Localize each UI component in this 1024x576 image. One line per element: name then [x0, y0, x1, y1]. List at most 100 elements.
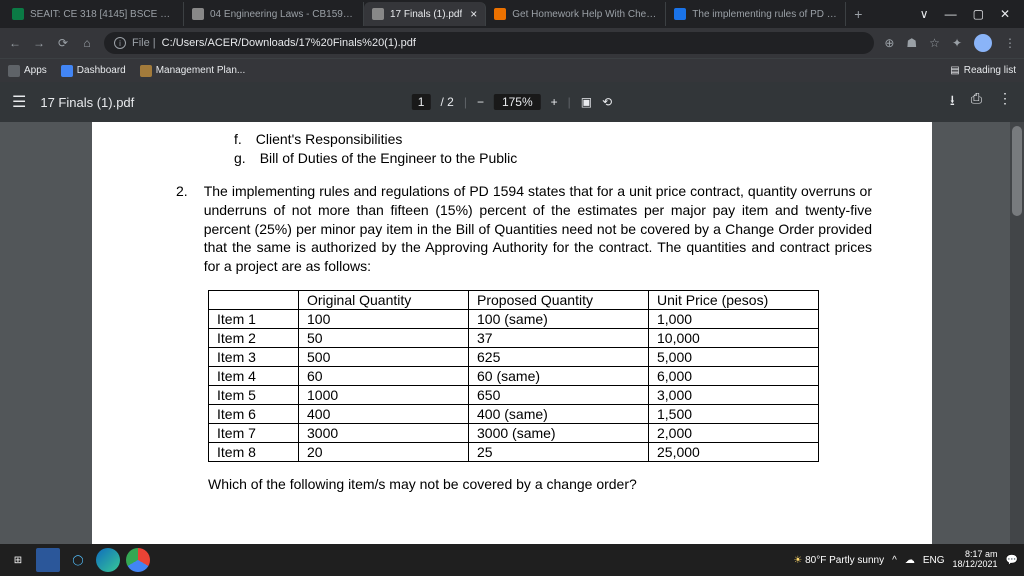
- table-cell: Item 8: [209, 443, 299, 462]
- close-tab-icon[interactable]: ×: [470, 7, 477, 21]
- table-cell: 1,500: [649, 405, 819, 424]
- table-row: Item 510006503,000: [209, 386, 819, 405]
- vertical-scrollbar[interactable]: [1010, 122, 1024, 544]
- table-cell: Item 6: [209, 405, 299, 424]
- table-cell: 25: [469, 443, 649, 462]
- chevron-down-icon[interactable]: ∨: [920, 7, 929, 21]
- pdf-viewer[interactable]: f.Client's Responsibilities g.Bill of Du…: [0, 122, 1024, 544]
- maximize-icon[interactable]: ▢: [973, 7, 984, 21]
- pdf-title: 17 Finals (1).pdf: [40, 95, 134, 110]
- table-cell: 37: [469, 329, 649, 348]
- table-cell: 3000: [299, 424, 469, 443]
- onedrive-icon[interactable]: ☁: [905, 555, 915, 566]
- notifications-icon[interactable]: 💬: [1006, 555, 1018, 566]
- zoom-in-button[interactable]: +: [551, 95, 558, 109]
- table-header: Original Quantity: [299, 291, 469, 310]
- tray-chevron-icon[interactable]: ^: [892, 555, 897, 566]
- tab-label: 04 Engineering Laws - CB1594 (2: [210, 9, 355, 20]
- forward-button[interactable]: →: [32, 36, 46, 50]
- url-input[interactable]: i File | C:/Users/ACER/Downloads/17%20Fi…: [104, 32, 874, 54]
- rotate-button[interactable]: ⟲: [602, 95, 612, 109]
- question-text: The implementing rules and regulations o…: [204, 182, 872, 276]
- taskbar-app-1[interactable]: [36, 548, 60, 572]
- table-cell: Item 7: [209, 424, 299, 443]
- table-cell: 100 (same): [469, 310, 649, 329]
- browser-tabstrip: SEAIT: CE 318 [4145] BSCE 3-A: C 04 Engin…: [0, 0, 1024, 28]
- browser-tab[interactable]: 04 Engineering Laws - CB1594 (2: [184, 2, 364, 26]
- page-total: / 2: [440, 95, 453, 109]
- address-bar: ← → ⟳ ⌂ i File | C:/Users/ACER/Downloads…: [0, 28, 1024, 58]
- print-button[interactable]: ⎙: [971, 90, 982, 114]
- table-cell: 60: [299, 367, 469, 386]
- back-button[interactable]: ←: [8, 36, 22, 50]
- browser-tab[interactable]: The implementing rules of PD 15: [666, 2, 846, 26]
- close-icon[interactable]: ✕: [1000, 7, 1010, 21]
- zoom-level-input[interactable]: 175%: [494, 94, 541, 110]
- pdf-toolbar: ☰ 17 Finals (1).pdf 1 / 2 | − 175% + | ▣…: [0, 82, 1024, 122]
- scrollbar-thumb[interactable]: [1012, 126, 1022, 216]
- home-button[interactable]: ⌂: [80, 36, 94, 50]
- browser-tab[interactable]: SEAIT: CE 318 [4145] BSCE 3-A: C: [4, 2, 184, 26]
- browser-tab[interactable]: 17 Finals (1).pdf ×: [364, 2, 486, 26]
- table-cell: Item 4: [209, 367, 299, 386]
- language-indicator[interactable]: ENG: [923, 555, 945, 566]
- bookmark-star-icon[interactable]: ☆: [929, 36, 940, 50]
- site-info-icon[interactable]: i: [114, 37, 126, 49]
- bookmark-dashboard[interactable]: Dashboard: [61, 65, 126, 77]
- bookmark-management[interactable]: Management Plan...: [140, 65, 246, 77]
- table-cell: 60 (same): [469, 367, 649, 386]
- tab-label: SEAIT: CE 318 [4145] BSCE 3-A: C: [30, 9, 175, 20]
- minimize-icon[interactable]: ―: [945, 7, 957, 21]
- chrome-icon[interactable]: [126, 548, 150, 572]
- table-cell: 3000 (same): [469, 424, 649, 443]
- weather-widget[interactable]: ☀ 80°F Partly sunny: [793, 555, 884, 566]
- pdf-page: f.Client's Responsibilities g.Bill of Du…: [92, 122, 932, 544]
- reload-button[interactable]: ⟳: [56, 36, 70, 50]
- zoom-out-button[interactable]: −: [477, 95, 484, 109]
- page-current-input[interactable]: 1: [412, 94, 431, 110]
- table-cell: 6,000: [649, 367, 819, 386]
- browser-tab[interactable]: Get Homework Help With Chegg: [486, 2, 666, 26]
- table-row: Item 6400400 (same)1,500: [209, 405, 819, 424]
- download-button[interactable]: ⭳: [950, 90, 955, 114]
- pdf-menu-button[interactable]: ☰: [12, 92, 26, 112]
- favicon: [12, 8, 24, 20]
- question-number: 2.: [176, 182, 188, 276]
- share-icon[interactable]: ☗: [906, 36, 917, 50]
- fit-page-button[interactable]: ▣: [581, 95, 592, 109]
- list-letter: f.: [234, 130, 242, 149]
- start-button[interactable]: ⊞: [6, 548, 30, 572]
- table-cell: 1,000: [649, 310, 819, 329]
- table-cell: 625: [469, 348, 649, 367]
- cortana-icon[interactable]: ◯: [66, 548, 90, 572]
- reading-list-button[interactable]: ▤Reading list: [950, 65, 1016, 76]
- menu-icon[interactable]: ⋮: [1004, 36, 1016, 50]
- profile-avatar[interactable]: [974, 34, 992, 52]
- table-cell: Item 1: [209, 310, 299, 329]
- url-prefix: File |: [132, 37, 156, 49]
- table-cell: 20: [299, 443, 469, 462]
- extensions-icon[interactable]: ✦: [952, 36, 962, 50]
- table-cell: 400 (same): [469, 405, 649, 424]
- table-header: Unit Price (pesos): [649, 291, 819, 310]
- edge-icon[interactable]: [96, 548, 120, 572]
- table-cell: 400: [299, 405, 469, 424]
- quantities-table: Original QuantityProposed QuantityUnit P…: [208, 290, 819, 462]
- list-text: Client's Responsibilities: [256, 130, 403, 149]
- table-row: Item 730003000 (same)2,000: [209, 424, 819, 443]
- favicon: [372, 8, 384, 20]
- search-icon[interactable]: ⊕: [884, 36, 894, 50]
- apps-icon: [8, 65, 20, 77]
- tab-label: The implementing rules of PD 15: [692, 9, 837, 20]
- table-cell: Item 5: [209, 386, 299, 405]
- tab-label: 17 Finals (1).pdf: [390, 9, 462, 20]
- new-tab-button[interactable]: +: [846, 6, 870, 22]
- bookmarks-bar: Apps Dashboard Management Plan... ▤Readi…: [0, 58, 1024, 82]
- table-row: Item 2503710,000: [209, 329, 819, 348]
- list-letter: g.: [234, 149, 246, 168]
- table-cell: 25,000: [649, 443, 819, 462]
- more-button[interactable]: ⋮: [998, 90, 1012, 114]
- apps-shortcut[interactable]: Apps: [8, 65, 47, 77]
- system-clock[interactable]: 8:17 am 18/12/2021: [953, 550, 998, 570]
- table-cell: 100: [299, 310, 469, 329]
